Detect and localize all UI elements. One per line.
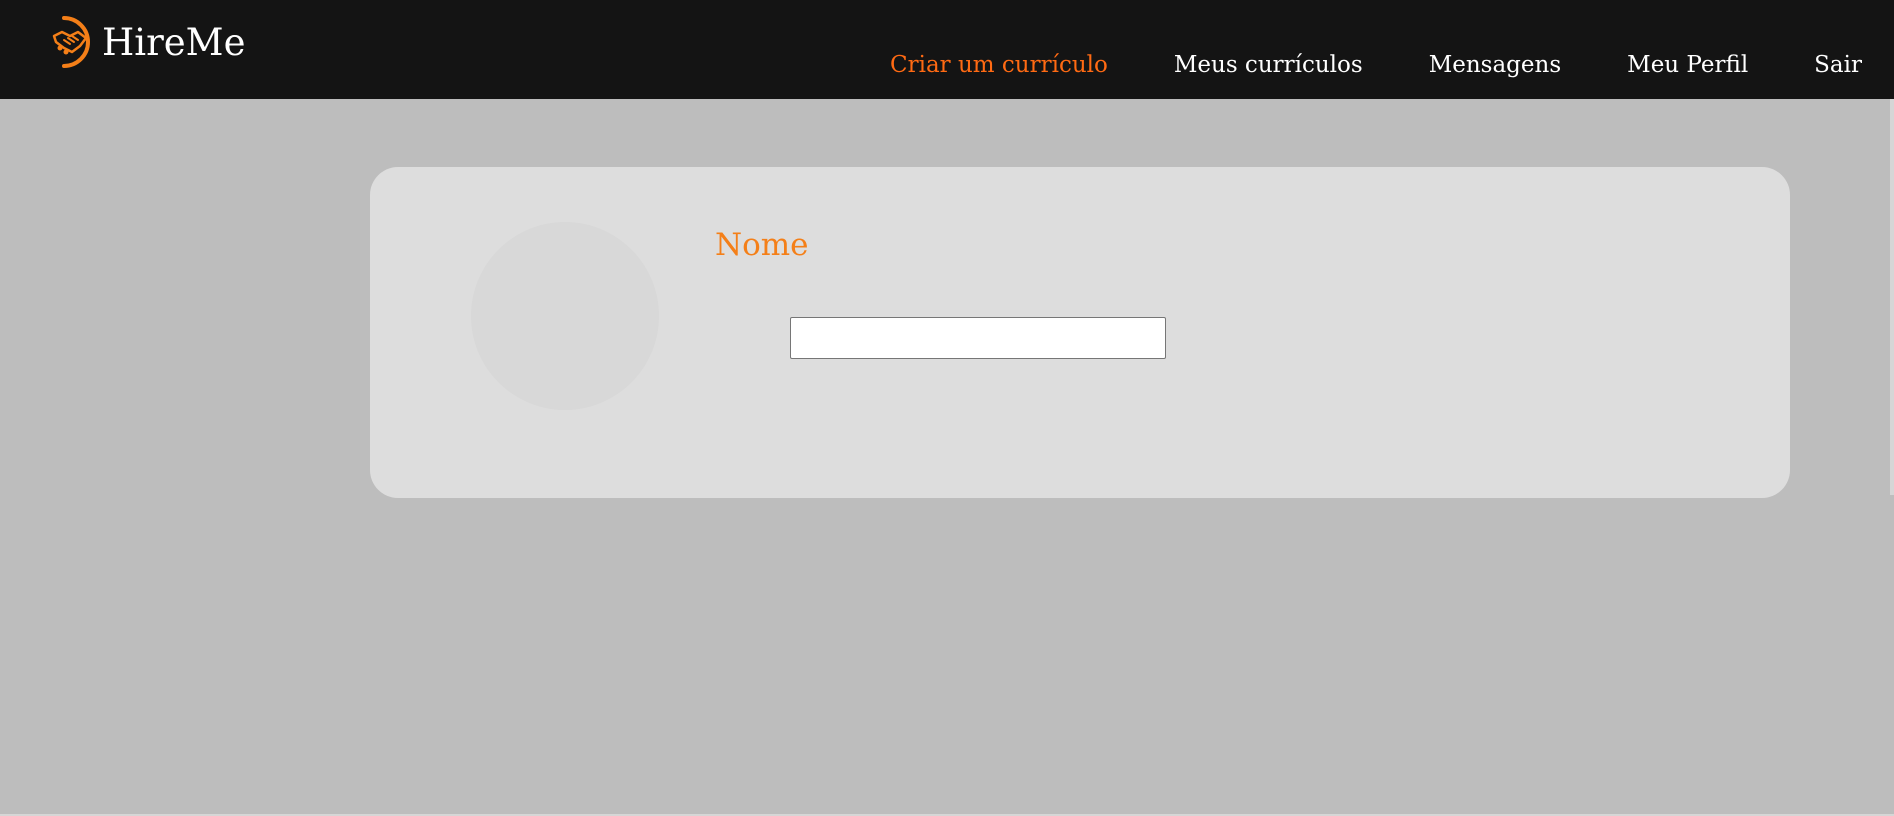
nav-link-meu-perfil[interactable]: Meu Perfil xyxy=(1627,52,1748,80)
nav-link-meus-curriculos[interactable]: Meus currículos xyxy=(1174,52,1363,80)
nav-link-mensagens[interactable]: Mensagens xyxy=(1429,52,1561,80)
name-input[interactable] xyxy=(790,317,1166,359)
nav-link-sair[interactable]: Sair xyxy=(1814,52,1862,80)
brand-name: HireMe xyxy=(102,20,246,64)
brand-logo[interactable]: HireMe xyxy=(50,14,245,70)
main-nav: Criar um currículo Meus currículos Mensa… xyxy=(890,52,1862,80)
handshake-icon xyxy=(52,16,90,68)
nav-link-criar-curriculo[interactable]: Criar um currículo xyxy=(890,52,1108,80)
scrollbar[interactable] xyxy=(1890,99,1894,495)
resume-form-card: Nome xyxy=(370,167,1790,498)
avatar[interactable] xyxy=(471,222,659,410)
name-label: Nome xyxy=(715,227,809,263)
top-navbar: HireMe Criar um currículo Meus currículo… xyxy=(0,0,1894,99)
